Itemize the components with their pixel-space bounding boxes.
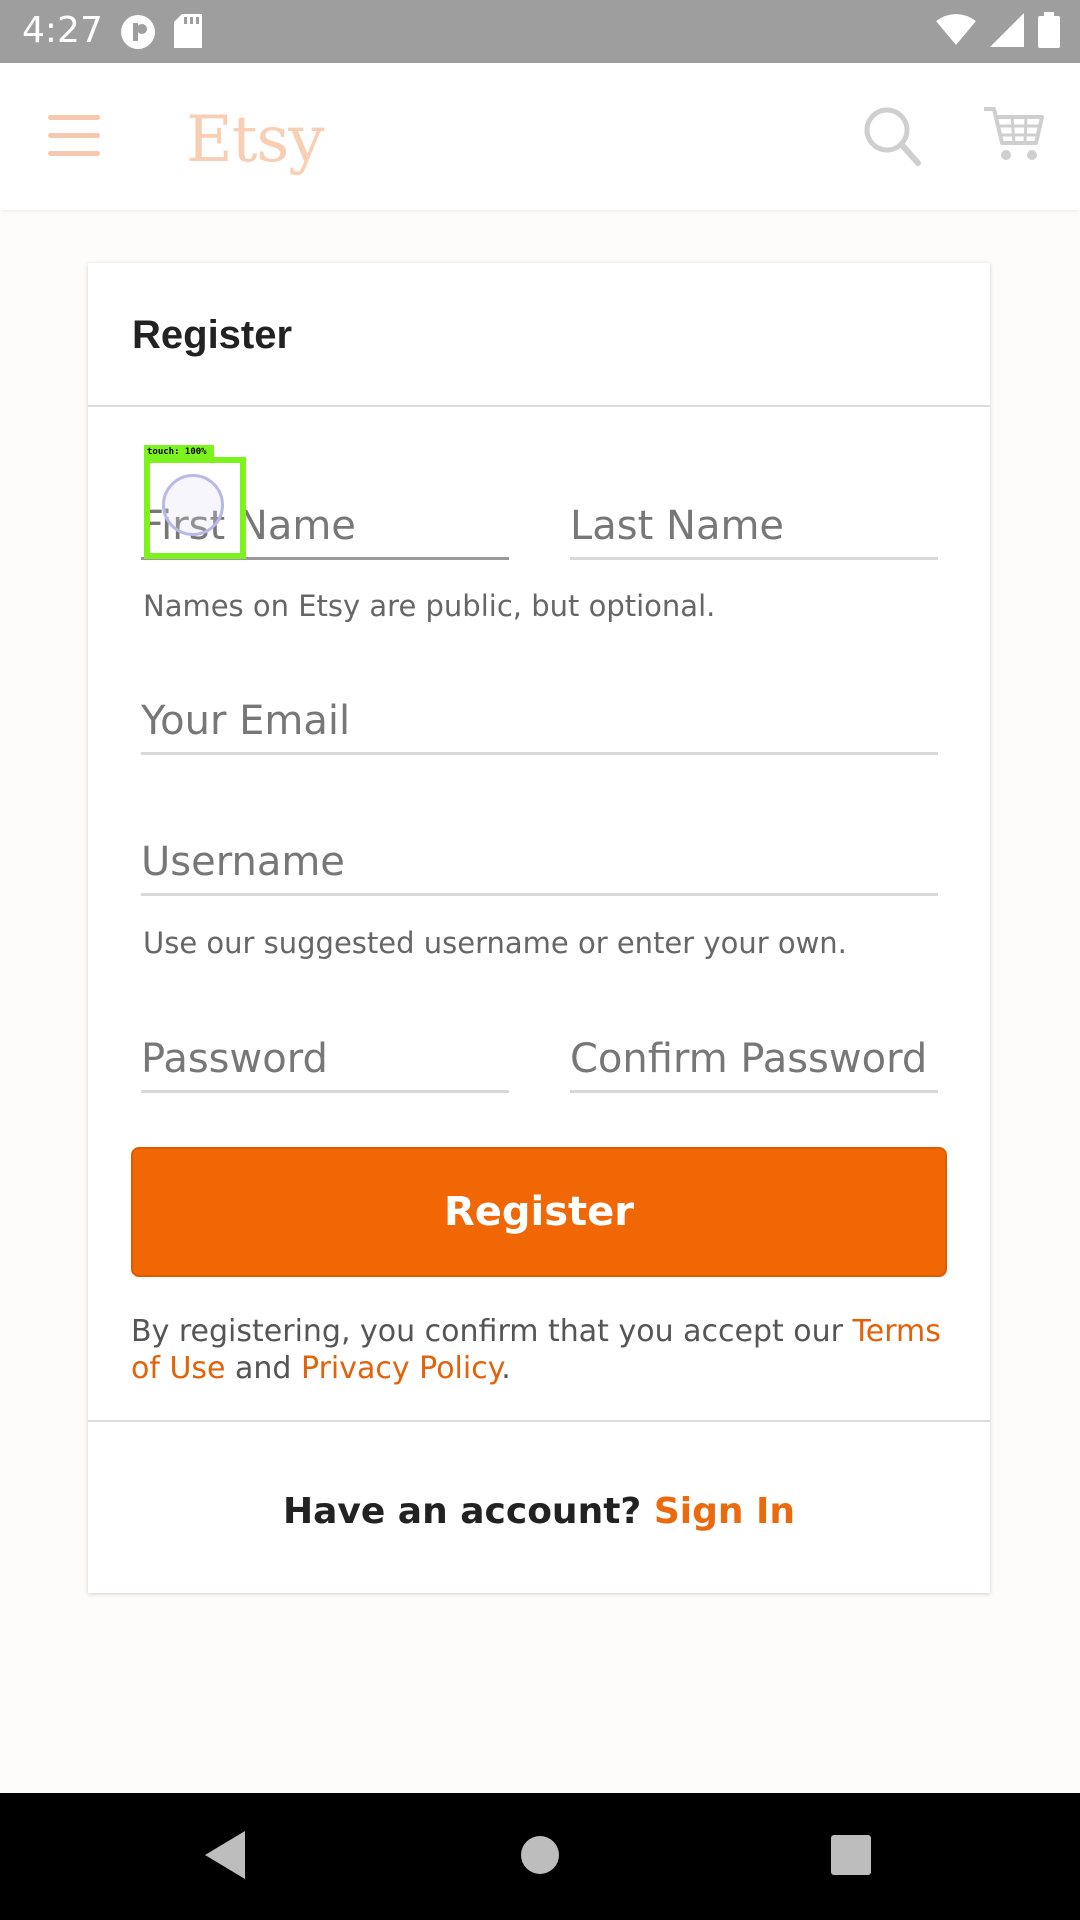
last-name-input[interactable]: [570, 503, 938, 557]
back-icon[interactable]: [205, 1831, 245, 1879]
username-input[interactable]: [141, 839, 938, 893]
last-name-underline: [570, 557, 938, 560]
password-input[interactable]: [141, 1036, 509, 1090]
cellular-signal-icon: [990, 13, 1024, 47]
search-icon[interactable]: [862, 105, 922, 167]
sign-in-prompt: Have an account? Sign In: [282, 1491, 796, 1532]
confirm-password-input[interactable]: [570, 1036, 938, 1090]
etsy-logo[interactable]: Etsy: [186, 103, 324, 177]
confirm-password-field[interactable]: [570, 1036, 938, 1093]
legal-text: By registering, you confirm that you acc…: [131, 1314, 941, 1386]
password-underline: [141, 1090, 509, 1093]
sd-card-icon: [174, 14, 202, 48]
sign-in-link[interactable]: Sign In: [654, 1491, 795, 1532]
last-name-field[interactable]: [570, 503, 938, 560]
privacy-policy-link[interactable]: Privacy Policy: [301, 1351, 501, 1386]
email-field[interactable]: [141, 698, 938, 755]
app-bar: Etsy: [0, 63, 1080, 210]
names-helper-text: Names on Etsy are public, but optional.: [143, 589, 716, 623]
status-time: 4:27: [22, 10, 103, 51]
home-icon[interactable]: [520, 1835, 560, 1875]
recents-icon[interactable]: [831, 1835, 871, 1875]
cart-icon[interactable]: [982, 103, 1044, 163]
menu-icon[interactable]: [48, 115, 100, 157]
touch-point-indicator: [162, 474, 224, 536]
battery-icon: [1038, 12, 1060, 48]
navigation-bar: [0, 1793, 1080, 1920]
wifi-icon: [936, 14, 976, 45]
header-divider: [88, 405, 990, 407]
email-input[interactable]: [141, 698, 938, 752]
username-helper-text: Use our suggested username or enter your…: [143, 926, 847, 960]
status-bar: 4:27: [0, 0, 1080, 63]
register-title: Register: [132, 313, 293, 357]
notification-app-icon: [121, 15, 155, 49]
username-field[interactable]: [141, 839, 938, 896]
email-underline: [141, 752, 938, 755]
password-field[interactable]: [141, 1036, 509, 1093]
footer-divider: [88, 1420, 990, 1422]
username-underline: [141, 893, 938, 896]
confirm-password-underline: [570, 1090, 938, 1093]
register-button[interactable]: Register: [131, 1147, 947, 1277]
